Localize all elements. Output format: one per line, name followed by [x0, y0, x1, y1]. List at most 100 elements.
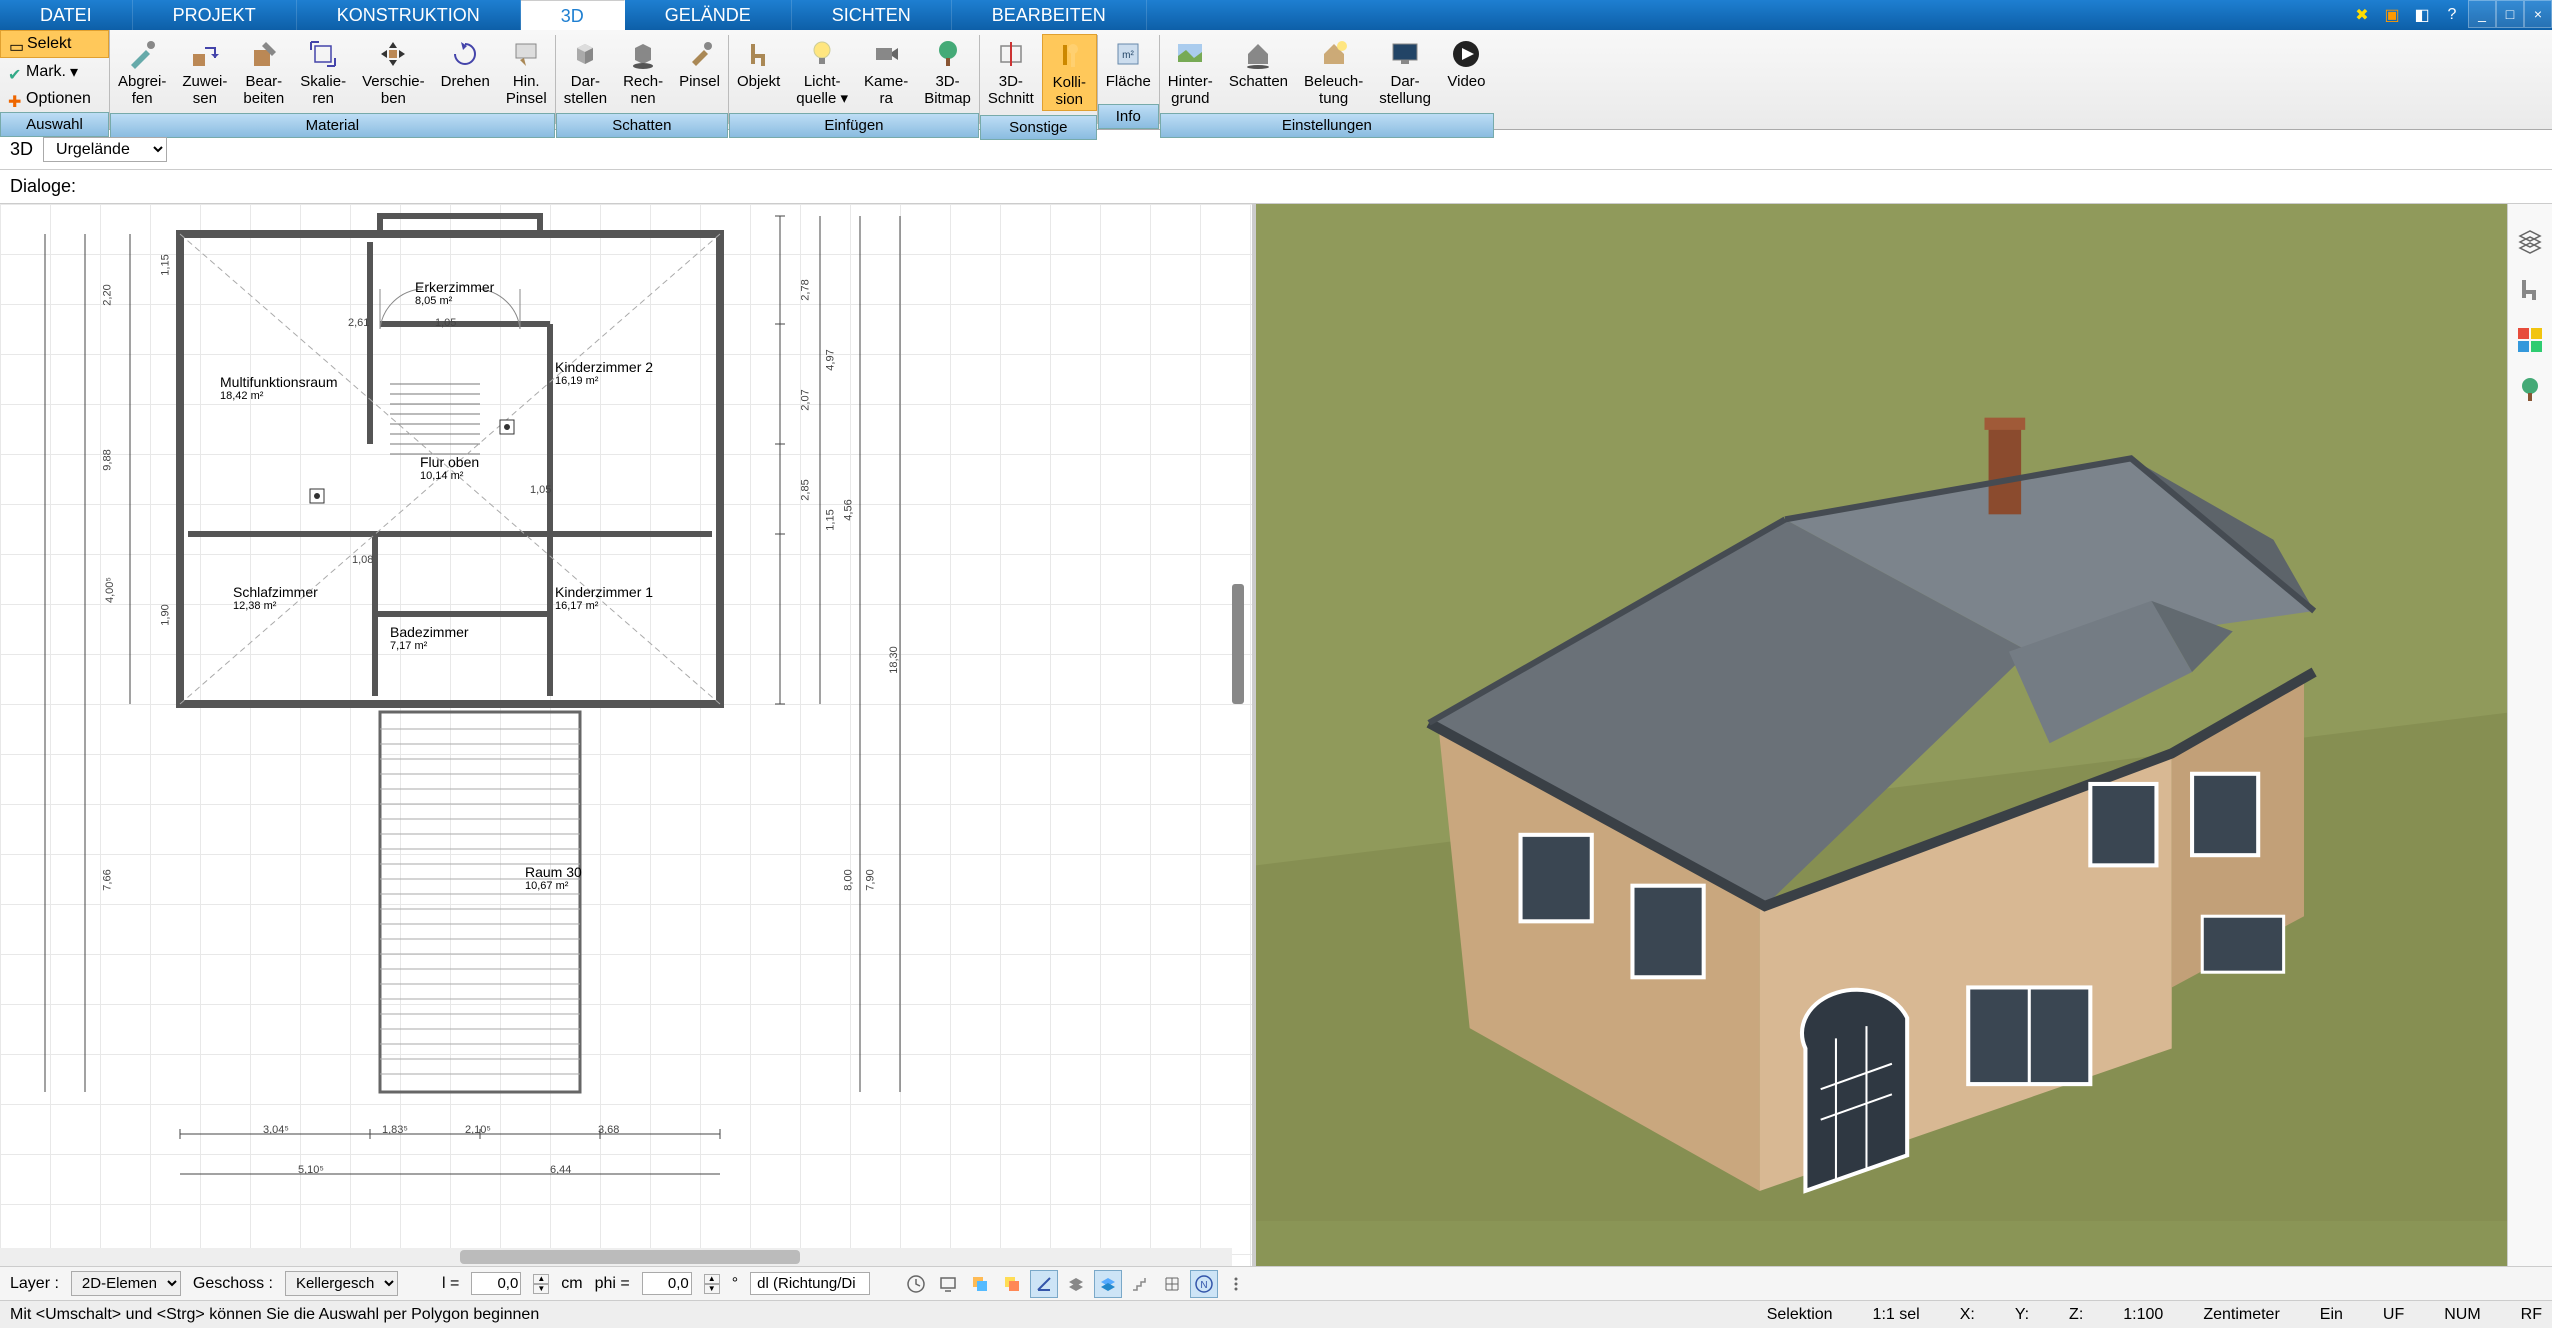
objekt-button[interactable]: Objekt [729, 34, 788, 109]
menu-3d[interactable]: 3D [521, 0, 625, 30]
dim-w4: 1,05 [530, 484, 551, 496]
l-input[interactable] [471, 1272, 521, 1295]
hinpinsel-button[interactable]: Hin. Pinsel [498, 34, 555, 109]
dim-s1: 1,15 [160, 254, 172, 275]
3dschnitt-button[interactable]: 3D- Schnitt [980, 34, 1042, 111]
urgelaende-select[interactable]: Urgelände [43, 137, 167, 162]
2d-view[interactable]: Erkerzimmer8,05 m² Multifunktionsraum18,… [0, 204, 1256, 1266]
3dbitmap-button[interactable]: 3D- Bitmap [916, 34, 979, 109]
scrollbar-thumb[interactable] [460, 1250, 800, 1264]
dim-r1: 2,78 [800, 279, 812, 300]
status-num: NUM [2444, 1306, 2480, 1324]
kollision-button[interactable]: Kolli- sion [1042, 34, 1097, 111]
rechnen-button[interactable]: Rech- nen [615, 34, 671, 109]
drehen-button[interactable]: Drehen [433, 34, 498, 109]
copy-icon[interactable] [966, 1270, 994, 1298]
background-icon [1172, 36, 1208, 72]
darstellung-button[interactable]: Dar- stellung [1371, 34, 1439, 109]
phi-input[interactable] [642, 1272, 692, 1295]
display-icon [1387, 36, 1423, 72]
layers2-icon[interactable] [1094, 1270, 1122, 1298]
cube-icon[interactable]: ◧ [2411, 4, 2433, 26]
minimize-button[interactable]: _ [2468, 0, 2496, 28]
pinsel-button[interactable]: Pinsel [671, 34, 728, 109]
help-icon[interactable]: ? [2441, 4, 2463, 26]
brush-icon [682, 36, 718, 72]
sonstige-group-label: Sonstige [980, 115, 1097, 140]
zuweisen-button[interactable]: Zuwei- sen [174, 34, 235, 109]
dim-l2: 2,20 [102, 284, 114, 305]
video-button[interactable]: Video [1439, 34, 1494, 109]
bearbeiten-button[interactable]: Bear- beiten [235, 34, 292, 109]
status-z: Z: [2069, 1306, 2083, 1324]
checkmark-icon: ✔ [8, 65, 22, 79]
monitor-icon[interactable] [934, 1270, 962, 1298]
room-schlaf: Schlafzimmer12,38 m² [233, 584, 318, 612]
beleuchtung-button[interactable]: Beleuch- tung [1296, 34, 1371, 109]
mark-button[interactable]: ✔Mark. ▾ [0, 58, 109, 86]
more-icon[interactable] [1222, 1270, 1250, 1298]
room-multi: Multifunktionsraum18,42 m² [220, 374, 338, 402]
abgreifen-button[interactable]: Abgrei- fen [110, 34, 174, 109]
angle-icon[interactable] [1030, 1270, 1058, 1298]
darstellen-button[interactable]: Dar- stellen [556, 34, 615, 109]
geschoss-select[interactable]: Kellergesch [285, 1271, 398, 1296]
splitter-handle[interactable] [1232, 584, 1244, 704]
deg-label: ° [732, 1275, 738, 1293]
layer-select[interactable]: 2D-Elemen [71, 1271, 181, 1296]
screen-icon[interactable]: ▣ [2381, 4, 2403, 26]
status-bar: Mit <Umschalt> und <Strg> können Sie die… [0, 1300, 2552, 1328]
menu-datei[interactable]: DATEI [0, 0, 133, 30]
tools-icon[interactable]: ✖ [2351, 4, 2373, 26]
menu-bearbeiten[interactable]: BEARBEITEN [952, 0, 1147, 30]
dim-w1: 2,61 [348, 317, 369, 329]
dim-w2: 1,05 [435, 317, 456, 329]
auswahl-group-label: Auswahl [0, 112, 109, 137]
lichtquelle-button[interactable]: Licht- quelle ▾ [788, 34, 856, 109]
kamera-button[interactable]: Kame- ra [856, 34, 916, 109]
schatten-btn[interactable]: Schatten [1221, 34, 1296, 109]
maximize-button[interactable]: □ [2496, 0, 2524, 28]
skalieren-button[interactable]: Skalie- ren [292, 34, 354, 109]
stack-icon[interactable] [998, 1270, 1026, 1298]
einfuegen-group-label: Einfügen [729, 113, 979, 138]
close-button[interactable]: × [2524, 0, 2552, 28]
menu-projekt[interactable]: PROJEKT [133, 0, 297, 30]
assign-icon [187, 36, 223, 72]
l-label: l = [442, 1275, 459, 1293]
status-rf: RF [2521, 1306, 2542, 1324]
side-tools [2507, 204, 2552, 1266]
horizontal-scrollbar[interactable] [0, 1248, 1232, 1266]
optionen-button[interactable]: ✚Optionen [0, 86, 109, 112]
l-spinner[interactable]: ▲▼ [533, 1274, 549, 1294]
hintergrund-button[interactable]: Hinter- grund [1160, 34, 1221, 109]
verschieben-button[interactable]: Verschie- ben [354, 34, 433, 109]
furniture-icon[interactable] [2514, 274, 2546, 306]
dim-b1: 3,04⁵ [263, 1124, 289, 1136]
clock-icon[interactable] [902, 1270, 930, 1298]
layers-icon[interactable] [2514, 224, 2546, 256]
layers-tool-icon[interactable] [1062, 1270, 1090, 1298]
dl-input[interactable] [750, 1272, 870, 1295]
selekt-button[interactable]: ▭Selekt [0, 30, 109, 58]
chair-icon [741, 36, 777, 72]
north-icon[interactable]: N [1190, 1270, 1218, 1298]
3d-view[interactable] [1256, 204, 2508, 1266]
flaeche-button[interactable]: m²Fläche [1098, 34, 1159, 100]
dim-b6: 6,44 [550, 1164, 571, 1176]
room-erker: Erkerzimmer8,05 m² [415, 279, 494, 307]
room-bade: Badezimmer7,17 m² [390, 624, 469, 652]
menu-sichten[interactable]: SICHTEN [792, 0, 952, 30]
menu-konstruktion[interactable]: KONSTRUKTION [297, 0, 521, 30]
status-y: Y: [2015, 1306, 2029, 1324]
plant-icon[interactable] [2514, 374, 2546, 406]
dim-r6: 4,56 [843, 499, 855, 520]
material-palette-icon[interactable] [2514, 324, 2546, 356]
grid-icon[interactable] [1158, 1270, 1186, 1298]
move-icon [375, 36, 411, 72]
stairs-icon[interactable] [1126, 1270, 1154, 1298]
ribbon: ▭Selekt ✔Mark. ▾ ✚Optionen Auswahl Abgre… [0, 30, 2552, 130]
menu-gelaende[interactable]: GELÄNDE [625, 0, 792, 30]
scale-icon [305, 36, 341, 72]
phi-spinner[interactable]: ▲▼ [704, 1274, 720, 1294]
